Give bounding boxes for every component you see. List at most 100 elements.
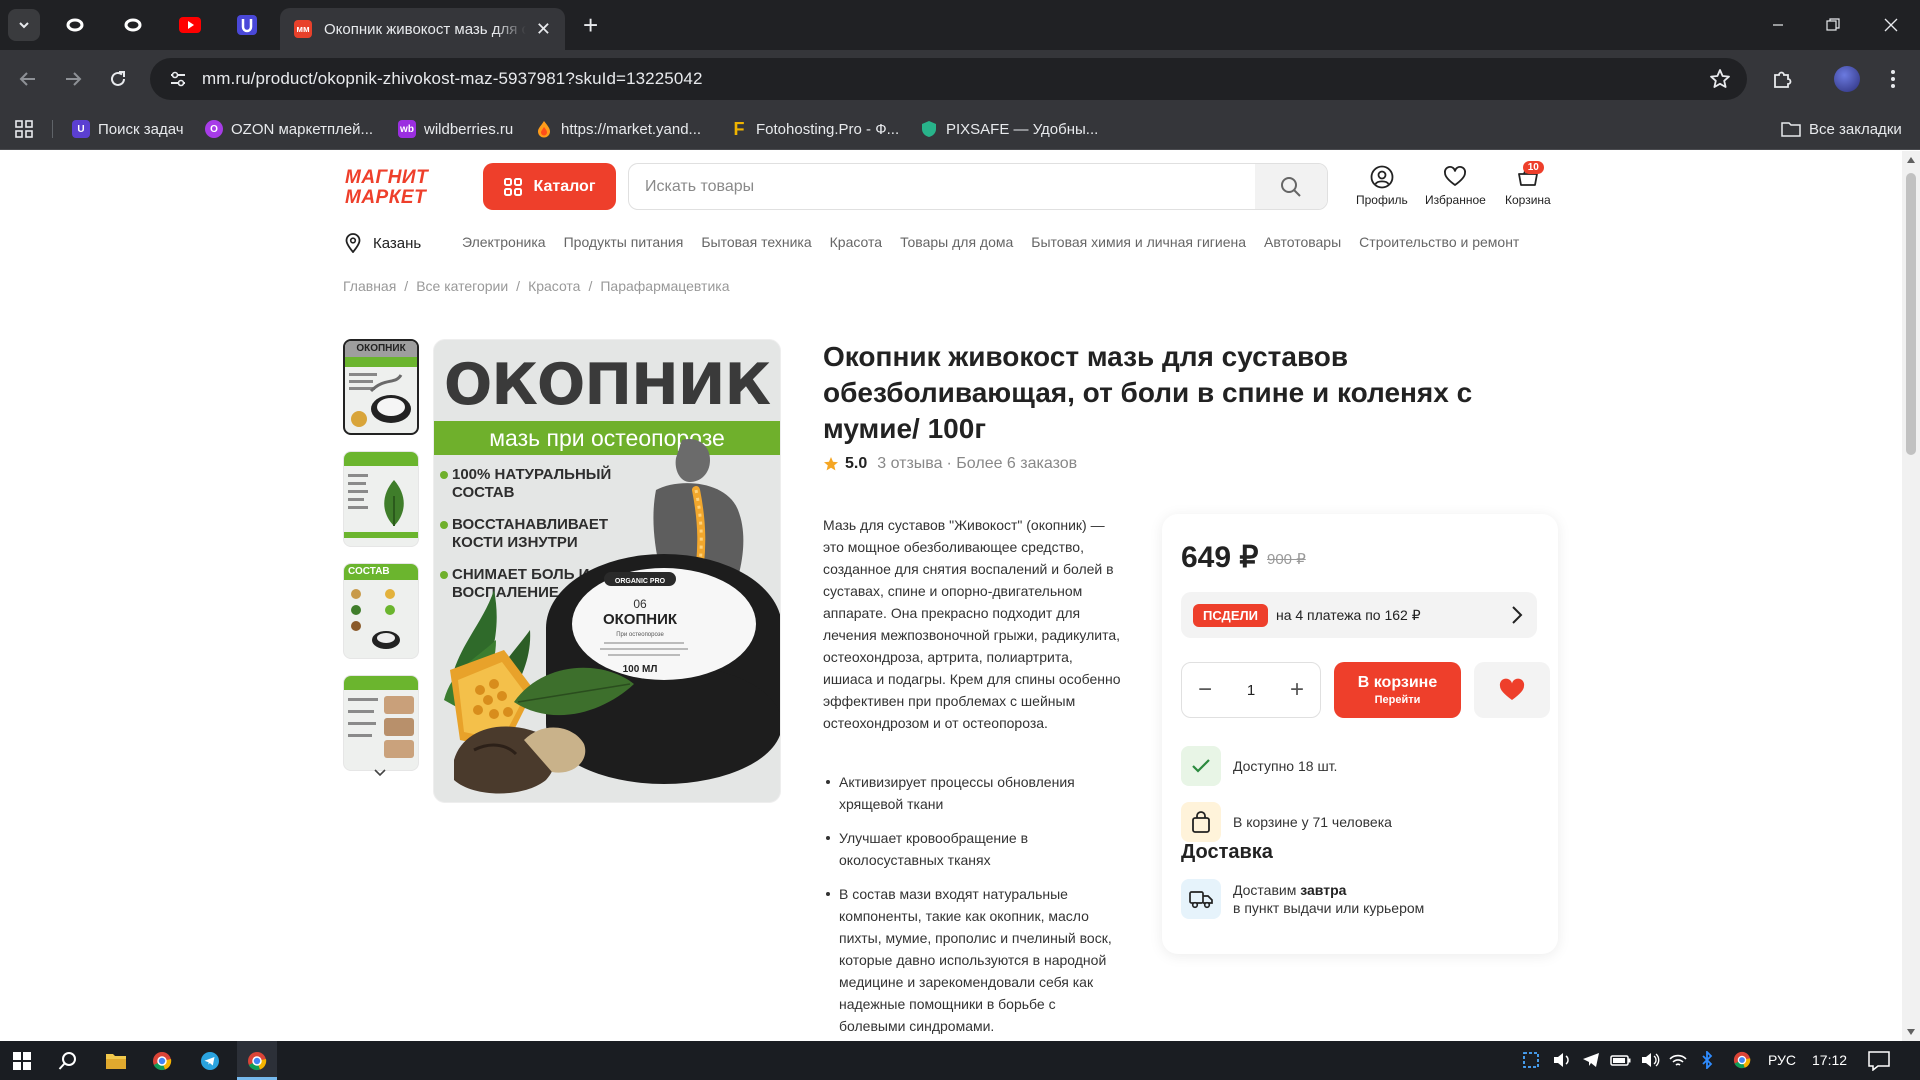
- apps-button[interactable]: [14, 118, 34, 140]
- bookmark-item[interactable]: F Fotohosting.Pro - Ф...: [730, 118, 900, 140]
- clock[interactable]: 17:12: [1812, 1052, 1847, 1068]
- breadcrumb-separator: /: [588, 278, 593, 294]
- battery-icon[interactable]: [1610, 1051, 1632, 1069]
- start-button[interactable]: [4, 1041, 40, 1080]
- page-scrollbar[interactable]: [1902, 151, 1920, 1041]
- forward-button[interactable]: [58, 64, 88, 94]
- reload-button[interactable]: [103, 64, 133, 94]
- delivery-prefix: Доставим: [1233, 882, 1301, 898]
- telegram-tray-icon[interactable]: [1582, 1051, 1600, 1069]
- browser-menu-button[interactable]: [1878, 64, 1908, 94]
- scroll-down-arrow-icon[interactable]: [1907, 1029, 1915, 1035]
- quantity-value[interactable]: 1: [1247, 682, 1255, 699]
- increase-quantity-button[interactable]: +: [1288, 678, 1306, 702]
- nav-item-food[interactable]: Продукты питания: [564, 234, 684, 250]
- gallery-thumbnail[interactable]: СОСТАВ: [343, 563, 419, 659]
- taskbar-explorer[interactable]: [96, 1041, 136, 1080]
- breadcrumb-beauty[interactable]: Красота: [528, 278, 580, 294]
- bookmark-label: Fotohosting.Pro - Ф...: [756, 120, 900, 138]
- back-button[interactable]: [13, 64, 43, 94]
- taskbar-chrome-active[interactable]: [237, 1041, 277, 1080]
- pinned-tab-youtube[interactable]: [170, 10, 210, 40]
- ring-icon: [124, 18, 142, 32]
- stock-text: Доступно 18 шт.: [1233, 758, 1338, 774]
- bookmark-item[interactable]: wb wildberries.ru: [398, 118, 513, 140]
- screen-snip-icon[interactable]: [1522, 1051, 1540, 1069]
- cart-button[interactable]: 10 Корзина: [1505, 161, 1551, 207]
- magnit-market-logo[interactable]: МАГНИТ МАРКЕТ: [343, 166, 458, 206]
- bookmark-item[interactable]: U Поиск задач: [72, 118, 184, 140]
- address-bar[interactable]: mm.ru/product/okopnik-zhivokost-maz-5937…: [150, 58, 1747, 100]
- search-input[interactable]: [645, 177, 1205, 196]
- taskbar-search-button[interactable]: [50, 1041, 86, 1080]
- category-nav: Электроника Продукты питания Бытовая тех…: [462, 234, 1537, 250]
- scrollbar-thumb[interactable]: [1906, 173, 1916, 455]
- tab-close-icon[interactable]: ✕: [536, 19, 551, 40]
- gallery-thumbnail[interactable]: [343, 451, 419, 547]
- breadcrumb-parapharmacy[interactable]: Парафармацевтика: [600, 278, 729, 294]
- tab-search-button[interactable]: [8, 9, 40, 41]
- installments-banner[interactable]: ПСДЕЛИ на 4 платежа по 162 ₽: [1181, 592, 1537, 638]
- taskbar-chrome[interactable]: [142, 1041, 182, 1080]
- favorites-button[interactable]: Избранное: [1425, 165, 1486, 207]
- thumb-band: [344, 452, 418, 466]
- pinned-tab-u[interactable]: [227, 10, 267, 40]
- product-main-image[interactable]: ОКОПНИК мазь при остеопорозе 100% НАТУРА…: [433, 339, 781, 803]
- taskbar-telegram[interactable]: [190, 1041, 230, 1080]
- breadcrumb-home[interactable]: Главная: [343, 278, 396, 294]
- in-cart-button[interactable]: В корзине Перейти: [1334, 662, 1461, 718]
- decrease-quantity-button[interactable]: −: [1196, 678, 1214, 702]
- bookmark-item[interactable]: https://market.yand...: [535, 118, 701, 140]
- thumbnails-more-button[interactable]: [373, 768, 387, 778]
- nav-item-chemistry[interactable]: Бытовая химия и личная гигиена: [1031, 234, 1246, 250]
- notifications-icon[interactable]: [1868, 1051, 1890, 1071]
- image-band-text: мазь при остеопорозе: [434, 421, 780, 455]
- chevron-right-icon: [1512, 606, 1523, 624]
- profile-button[interactable]: Профиль: [1356, 165, 1408, 207]
- stock-info: Доступно 18 шт.: [1181, 746, 1337, 786]
- nav-item-appliances[interactable]: Бытовая техника: [701, 234, 811, 250]
- old-price: 900 ₽: [1267, 551, 1306, 568]
- active-tab[interactable]: мм Окопник живокост мазь для с ✕: [280, 8, 565, 50]
- url-text[interactable]: mm.ru/product/okopnik-zhivokost-maz-5937…: [202, 69, 703, 89]
- new-tab-button[interactable]: +: [583, 12, 598, 38]
- city-selector[interactable]: Казань: [345, 233, 421, 253]
- tab-strip: мм Окопник живокост мазь для с ✕ +: [0, 0, 1920, 50]
- breadcrumb-all-categories[interactable]: Все категории: [416, 278, 508, 294]
- location-pin-icon: [345, 233, 361, 253]
- speaker-icon[interactable]: [1552, 1051, 1572, 1069]
- bookmark-item[interactable]: PIXSAFE — Удобны...: [920, 118, 1098, 140]
- nav-item-auto[interactable]: Автотовары: [1264, 234, 1341, 250]
- all-bookmarks-button[interactable]: Все закладки: [1781, 118, 1902, 140]
- nav-item-electronics[interactable]: Электроника: [462, 234, 546, 250]
- wifi-icon[interactable]: [1668, 1051, 1688, 1069]
- chrome-tray-icon[interactable]: [1733, 1051, 1751, 1069]
- site-info-icon[interactable]: [164, 65, 192, 93]
- gallery-thumbnail[interactable]: ОКОПНИК: [343, 339, 419, 435]
- restore-button[interactable]: [1810, 10, 1856, 40]
- extensions-button[interactable]: [1767, 64, 1797, 94]
- profile-avatar[interactable]: [1832, 64, 1862, 94]
- catalog-button[interactable]: Каталог: [483, 163, 616, 210]
- search-button[interactable]: [1255, 164, 1327, 209]
- close-window-button[interactable]: [1868, 10, 1914, 40]
- gallery-thumbnail[interactable]: [343, 675, 419, 771]
- input-language[interactable]: РУС: [1768, 1052, 1796, 1068]
- scroll-up-arrow-icon[interactable]: [1907, 157, 1915, 163]
- nav-item-construction[interactable]: Строительство и ремонт: [1359, 234, 1519, 250]
- minimize-button[interactable]: [1755, 10, 1801, 40]
- pinned-tab-1[interactable]: [55, 10, 95, 40]
- reviews-link[interactable]: 3 отзыва: [877, 455, 942, 473]
- bookmark-star-icon[interactable]: [1709, 68, 1731, 90]
- volume-icon[interactable]: [1640, 1051, 1660, 1069]
- nav-item-home[interactable]: Товары для дома: [900, 234, 1013, 250]
- nav-item-beauty[interactable]: Красота: [830, 234, 882, 250]
- bluetooth-icon[interactable]: [1700, 1051, 1714, 1069]
- split-badge: ПСДЕЛИ: [1193, 603, 1268, 627]
- current-price: 649 ₽: [1181, 541, 1259, 574]
- telegram-icon: [201, 1051, 219, 1070]
- pinned-tab-2[interactable]: [113, 10, 153, 40]
- bookmark-item[interactable]: O OZON маркетплей...: [205, 118, 373, 140]
- add-to-favorites-button[interactable]: [1474, 662, 1550, 718]
- in-carts-text: В корзине у 71 человека: [1233, 814, 1392, 830]
